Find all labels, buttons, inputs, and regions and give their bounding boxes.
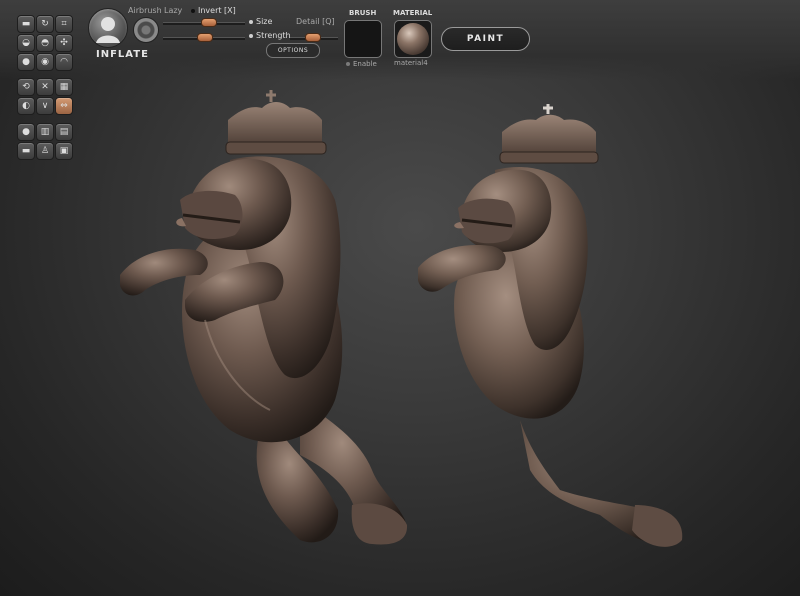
invert-toggle[interactable]: Invert [X] [191, 6, 236, 15]
size-label: Size [256, 17, 273, 26]
enable-dot-icon [346, 62, 350, 66]
material-name: material4 [394, 59, 428, 67]
tool-minus[interactable]: ▬ [17, 142, 35, 160]
top-toolbar: INFLATE Airbrush Lazy Invert [X] Size St… [0, 0, 800, 80]
tool-figure[interactable]: ♙ [36, 142, 54, 160]
layer-icon: ◉ [41, 57, 49, 67]
cross-icon: ✕ [41, 82, 49, 92]
brush-head-icon[interactable] [88, 8, 128, 48]
tool-mirror[interactable]: ◐ [17, 97, 35, 115]
symmetry-icon: ⇔ [60, 101, 68, 111]
tool-layer[interactable]: ◉ [36, 53, 54, 71]
strength-slider-knob[interactable] [197, 33, 213, 42]
tool-brush[interactable]: ▬ [17, 15, 35, 33]
chart-icon: ▥ [40, 127, 50, 137]
lazy-label: Lazy [164, 6, 183, 15]
rotate-icon: ↻ [41, 19, 49, 29]
wave-icon: ∨ [41, 101, 49, 111]
user-icon: ● [22, 57, 30, 67]
airbrush-toggle[interactable] [133, 17, 159, 43]
size-control[interactable]: Size [249, 17, 272, 26]
size-slider-knob[interactable] [201, 18, 218, 27]
material-sphere-icon [397, 23, 429, 55]
tool-cross[interactable]: ✕ [36, 78, 54, 96]
brush-icon: ▬ [21, 19, 31, 29]
tool-inflate[interactable]: ◓ [36, 34, 54, 52]
brush-heading: BRUSH [349, 9, 377, 17]
enable-label: Enable [353, 60, 377, 68]
enable-toggle[interactable]: Enable [346, 60, 377, 68]
lion-model-left[interactable] [120, 90, 408, 545]
smooth-icon: ◒ [22, 38, 30, 48]
airbrush-label: Airbrush [128, 6, 162, 15]
tool-pinch[interactable]: ✣ [55, 34, 73, 52]
grid-icon: ▦ [59, 82, 69, 92]
paint-button[interactable]: PAINT [441, 27, 530, 51]
tool-archive[interactable]: ▣ [55, 142, 73, 160]
brush-slot[interactable] [344, 20, 382, 58]
options-button[interactable]: OPTIONS [266, 43, 320, 58]
tool-symmetry[interactable]: ⇔ [55, 97, 73, 115]
pinch-icon: ✣ [60, 38, 68, 48]
strength-control[interactable]: Strength [249, 31, 291, 40]
minus-icon: ▬ [21, 146, 31, 156]
viewport[interactable] [0, 0, 800, 596]
tool-rotate[interactable]: ↻ [36, 15, 54, 33]
tool-chart[interactable]: ▥ [36, 123, 54, 141]
invert-label: Invert [X] [198, 6, 236, 15]
tool-flatten[interactable]: ◠ [55, 53, 73, 71]
strength-label: Strength [256, 31, 291, 40]
archive-icon: ▣ [59, 146, 69, 156]
crop-icon: ⌗ [61, 19, 67, 29]
sphere-icon: ● [22, 127, 30, 137]
tool-smooth[interactable]: ◒ [17, 34, 35, 52]
strength-dot-icon [249, 33, 253, 38]
material-slot[interactable] [394, 20, 432, 58]
stack-icon: ▤ [59, 127, 69, 137]
flatten-icon: ◠ [60, 57, 68, 67]
figure-icon: ♙ [40, 146, 50, 156]
brush-name: INFLATE [96, 49, 149, 60]
tool-user[interactable]: ● [17, 53, 35, 71]
tool-stack[interactable]: ▤ [55, 123, 73, 141]
inflate-icon: ◓ [41, 38, 49, 48]
size-dot-icon [249, 19, 253, 24]
tool-crop[interactable]: ⌗ [55, 15, 73, 33]
sync-icon: ⟲ [22, 82, 30, 92]
detail-slider-knob[interactable] [304, 33, 321, 42]
tool-wave[interactable]: ∨ [36, 97, 54, 115]
detail-label: Detail [Q] [296, 17, 335, 26]
mirror-icon: ◐ [22, 101, 30, 111]
tool-grid-view[interactable]: ▦ [55, 78, 73, 96]
invert-dot-icon [191, 8, 195, 13]
material-heading: MATERIAL [393, 9, 433, 17]
tool-sync[interactable]: ⟲ [17, 78, 35, 96]
tool-sphere[interactable]: ● [17, 123, 35, 141]
lion-model-right[interactable] [418, 104, 683, 547]
